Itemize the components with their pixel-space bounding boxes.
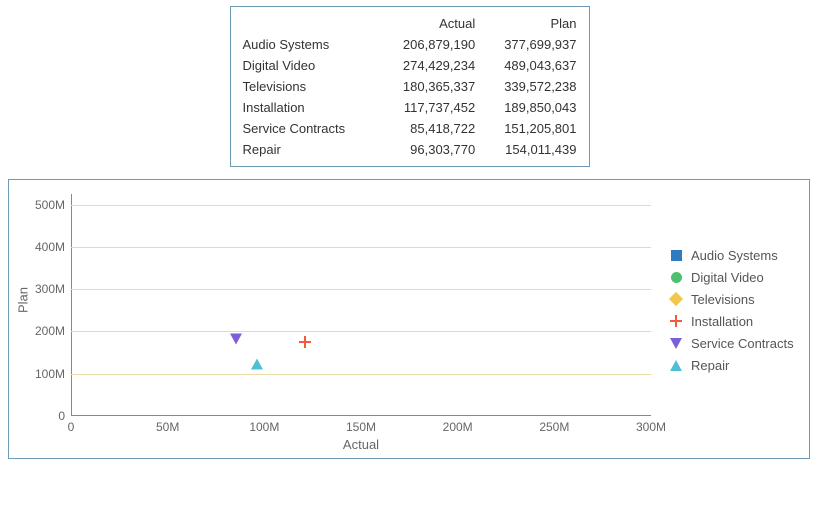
- row-actual: 206,879,190: [378, 34, 479, 55]
- row-plan: 189,850,043: [479, 97, 580, 118]
- y-axis-label: Plan: [16, 287, 31, 313]
- x-tick-label: 200M: [443, 416, 473, 434]
- x-tick-label: 0: [68, 416, 75, 434]
- tri-up-icon: [251, 343, 263, 369]
- scatter-chart: Plan Actual 0100M200M300M400M500M050M100…: [8, 179, 810, 459]
- y-tick-label: 100M: [35, 367, 71, 381]
- legend-label: Installation: [691, 314, 753, 329]
- legend: Audio Systems Digital Video Televisions …: [669, 244, 794, 376]
- data-point: [230, 345, 242, 360]
- row-label: Service Contracts: [239, 118, 378, 139]
- data-point: [251, 343, 263, 358]
- legend-label: Repair: [691, 358, 729, 373]
- gridline: [71, 247, 651, 248]
- legend-item: Service Contracts: [669, 332, 794, 354]
- triangle-down-icon: [669, 336, 683, 350]
- plot-area: 0100M200M300M400M500M050M100M150M200M250…: [71, 194, 651, 416]
- table-row: Audio Systems 206,879,190 377,699,937: [239, 34, 581, 55]
- y-tick-label: 400M: [35, 240, 71, 254]
- legend-item: Installation: [669, 310, 794, 332]
- row-label: Televisions: [239, 76, 378, 97]
- legend-item: Televisions: [669, 288, 794, 310]
- row-plan: 377,699,937: [479, 34, 580, 55]
- row-label: Audio Systems: [239, 34, 378, 55]
- x-tick-label: 50M: [156, 416, 179, 434]
- table-row: Digital Video 274,429,234 489,043,637: [239, 55, 581, 76]
- row-label: Digital Video: [239, 55, 378, 76]
- x-tick-label: 250M: [539, 416, 569, 434]
- data-table: Actual Plan Audio Systems 206,879,190 37…: [230, 6, 590, 167]
- square-icon: [669, 248, 683, 262]
- legend-item: Digital Video: [669, 266, 794, 288]
- plus-icon: [669, 314, 683, 328]
- legend-label: Digital Video: [691, 270, 764, 285]
- y-tick-label: 200M: [35, 324, 71, 338]
- legend-label: Service Contracts: [691, 336, 794, 351]
- y-tick-label: 500M: [35, 198, 71, 212]
- y-tick-label: 300M: [35, 282, 71, 296]
- table-header-actual: Actual: [378, 13, 479, 34]
- table-row: Televisions 180,365,337 339,572,238: [239, 76, 581, 97]
- row-actual: 85,418,722: [378, 118, 479, 139]
- row-plan: 489,043,637: [479, 55, 580, 76]
- legend-label: Audio Systems: [691, 248, 778, 263]
- legend-label: Televisions: [691, 292, 755, 307]
- table-row: Installation 117,737,452 189,850,043: [239, 97, 581, 118]
- row-plan: 339,572,238: [479, 76, 580, 97]
- gridline: [71, 289, 651, 290]
- row-actual: 180,365,337: [378, 76, 479, 97]
- x-tick-label: 300M: [636, 416, 666, 434]
- table-row: Service Contracts 85,418,722 151,205,801: [239, 118, 581, 139]
- diamond-icon: [669, 292, 683, 306]
- triangle-up-icon: [669, 358, 683, 372]
- row-actual: 274,429,234: [378, 55, 479, 76]
- gridline: [71, 205, 651, 206]
- circle-icon: [669, 270, 683, 284]
- tri-down-icon: [230, 334, 242, 360]
- row-plan: 154,011,439: [479, 139, 580, 160]
- row-label: Repair: [239, 139, 378, 160]
- table-header-plan: Plan: [479, 13, 580, 34]
- row-plan: 151,205,801: [479, 118, 580, 139]
- legend-item: Repair: [669, 354, 794, 376]
- gridline: [71, 374, 651, 375]
- row-actual: 117,737,452: [378, 97, 479, 118]
- row-label: Installation: [239, 97, 378, 118]
- table-header-blank: [239, 13, 378, 34]
- x-axis-label: Actual: [343, 437, 379, 452]
- x-tick-label: 100M: [249, 416, 279, 434]
- y-axis: [71, 194, 72, 416]
- row-actual: 96,303,770: [378, 139, 479, 160]
- gridline: [71, 331, 651, 332]
- x-tick-label: 150M: [346, 416, 376, 434]
- table-row: Repair 96,303,770 154,011,439: [239, 139, 581, 160]
- legend-item: Audio Systems: [669, 244, 794, 266]
